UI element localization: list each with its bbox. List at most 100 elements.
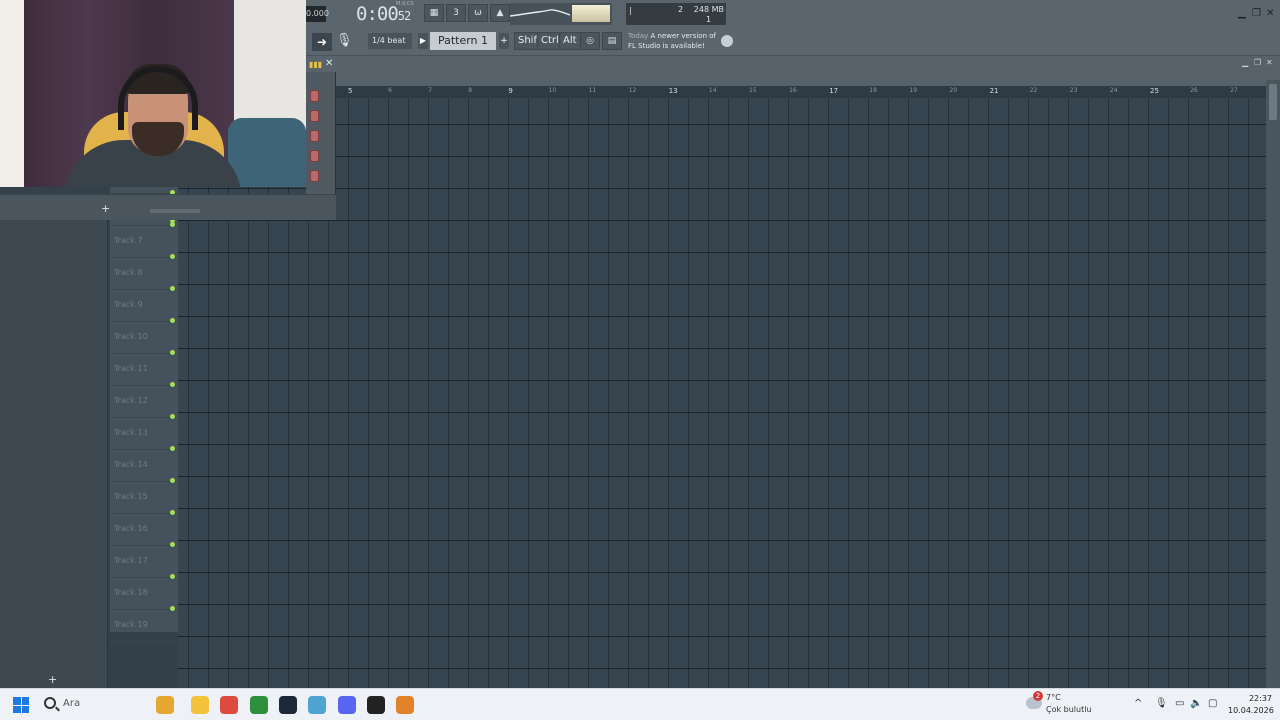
- channel-rack-scrollbar[interactable]: [150, 209, 200, 213]
- weather-temperature[interactable]: 7°C: [1046, 693, 1061, 702]
- restore-icon[interactable]: ❐: [1252, 8, 1261, 19]
- output-monitor: [509, 3, 612, 25]
- track-header[interactable]: Track 18: [110, 578, 178, 611]
- microphone-tray-icon[interactable]: 🎙: [1155, 698, 1168, 709]
- ruler-bar-label: 9: [508, 87, 513, 95]
- time-counter[interactable]: 0:0052: [356, 3, 411, 25]
- channel-select-button[interactable]: [310, 150, 319, 162]
- chrome-icon[interactable]: [220, 696, 238, 714]
- notification-tray-icon[interactable]: ▢: [1208, 698, 1217, 709]
- track-header[interactable]: Track 9: [110, 290, 178, 323]
- speaker-tray-icon[interactable]: 🔈: [1190, 698, 1202, 709]
- file-explorer-icon[interactable]: [191, 696, 209, 714]
- news-date: Today: [628, 32, 649, 40]
- system-clock[interactable]: 22:37 10.04.2026: [1228, 693, 1274, 717]
- add-icon[interactable]: +: [48, 673, 57, 686]
- cart-icon[interactable]: ▤: [602, 32, 622, 50]
- typing-keyboard-icon[interactable]: ▦: [424, 4, 444, 22]
- clock-time: 22:37: [1248, 694, 1272, 703]
- toolbar-row-transport: 0.000 M:S:CS 0:0052 ▦ 3 ω ▲ | 2 248 MB 1…: [300, 0, 1280, 28]
- ruler-bar-label: 11: [588, 87, 597, 94]
- ruler-bar-label: 23: [1069, 87, 1078, 94]
- track-label: Track 15: [114, 492, 148, 501]
- track-label: Track 11: [114, 364, 148, 373]
- cpu-gauge-icon[interactable]: ◎: [580, 32, 600, 50]
- channel-select-button[interactable]: [310, 90, 319, 102]
- ruler-bar-label: 14: [708, 87, 717, 94]
- ruler-bar-label: 19: [909, 87, 918, 94]
- track-label: Track 12: [114, 396, 148, 405]
- news-panel[interactable]: Today A newer version of FL Studio is av…: [628, 31, 724, 51]
- loop-record-icon[interactable]: ω: [468, 4, 488, 22]
- track-header[interactable]: Track 7: [110, 226, 178, 259]
- fl-studio-icon[interactable]: [396, 696, 414, 714]
- obs-icon[interactable]: [367, 696, 385, 714]
- timeline-ruler[interactable]: 5 6 7 8 9 10 11 12 13 14 15 16 17 18 19 20 21 22 23 24 25 26 2…: [334, 86, 1266, 98]
- track-header[interactable]: Track 12: [110, 386, 178, 419]
- track-label: Track 8: [114, 268, 143, 277]
- ruler-bar-label: 16: [789, 87, 797, 94]
- track-header[interactable]: Track 19: [110, 610, 178, 642]
- pattern-add-icon[interactable]: +: [499, 33, 509, 49]
- xbox-icon[interactable]: [250, 696, 268, 714]
- track-header[interactable]: Track 15: [110, 482, 178, 515]
- channel-select-button[interactable]: [310, 110, 319, 122]
- channel-rack-icon: ▮▮▮: [309, 60, 323, 69]
- crown-app-icon[interactable]: [156, 696, 174, 714]
- metronome-icon[interactable]: ▲: [490, 4, 510, 22]
- ruler-bar-label: 17: [829, 87, 839, 95]
- scrollbar-thumb[interactable]: [1269, 84, 1277, 120]
- clock-date: 10.04.2026: [1228, 706, 1274, 715]
- discord-icon[interactable]: [338, 696, 356, 714]
- track-label: Track 17: [114, 556, 148, 565]
- channel-select-button[interactable]: [310, 170, 319, 182]
- news-line-1: A newer version of: [650, 32, 716, 40]
- track-header[interactable]: Track 13: [110, 418, 178, 451]
- arrangement-grid[interactable]: [178, 98, 1266, 688]
- memory-usage: 248 MB: [693, 5, 724, 14]
- pattern-prev-icon[interactable]: ▶: [418, 33, 428, 49]
- alt-modifier-button[interactable]: Alt: [559, 32, 581, 50]
- search-icon[interactable]: [44, 697, 56, 709]
- taskbar-search[interactable]: Ara: [63, 698, 80, 709]
- ruler-bar-label: 8: [468, 87, 473, 94]
- microphone-icon[interactable]: 🎙: [336, 33, 353, 51]
- playlist-restore-icon[interactable]: ❐: [1254, 58, 1261, 67]
- cpu-memory-panel: | 2 248 MB 1: [626, 3, 726, 25]
- weather-alert-badge: 2: [1033, 691, 1043, 701]
- track-header[interactable]: Track 8: [110, 258, 178, 291]
- network-app-icon[interactable]: [308, 696, 326, 714]
- arrow-right-icon[interactable]: ➜: [312, 33, 332, 51]
- track-header[interactable]: Track 17: [110, 546, 178, 579]
- windows-start-icon[interactable]: [13, 697, 29, 713]
- channel-select-button[interactable]: [310, 130, 319, 142]
- steam-icon[interactable]: [279, 696, 297, 714]
- playlist-close-icon[interactable]: ✕: [1266, 58, 1273, 67]
- toolbar-row-tools: ➜ 🎙 1/4 beat ▶ Pattern 1 + Shift Ctrl Al…: [300, 28, 1280, 56]
- track-header[interactable]: Track 16: [110, 514, 178, 547]
- display-tray-icon[interactable]: ▭: [1175, 698, 1184, 709]
- vertical-scrollbar[interactable]: [1266, 80, 1280, 688]
- channel-rack-title: ▮▮▮ ✕: [306, 56, 336, 72]
- step-edit-icon[interactable]: 3: [446, 4, 466, 22]
- globe-icon[interactable]: [721, 35, 733, 47]
- minimize-icon[interactable]: ▁: [1238, 8, 1246, 19]
- track-label: Track 14: [114, 460, 148, 469]
- snap-selector[interactable]: 1/4 beat: [368, 33, 412, 49]
- news-line-2: FL Studio is available!: [628, 42, 705, 50]
- tray-chevron-icon[interactable]: ^: [1134, 698, 1142, 709]
- channel-rack-close-icon[interactable]: ✕: [325, 58, 333, 69]
- ruler-bar-label: 15: [749, 87, 757, 94]
- ruler-bar-label: 7: [428, 87, 433, 94]
- playlist-minimize-icon[interactable]: ▁: [1242, 58, 1248, 67]
- tempo-display[interactable]: 0.000: [306, 6, 329, 22]
- pattern-selector[interactable]: Pattern 1: [430, 32, 496, 50]
- track-header[interactable]: Track 11: [110, 354, 178, 387]
- time-seconds: 52: [397, 9, 411, 23]
- track-header[interactable]: Track 10: [110, 322, 178, 355]
- close-icon[interactable]: ✕: [1266, 8, 1274, 19]
- weather-description[interactable]: Çok bulutlu: [1046, 705, 1092, 714]
- channel-rack: ▮▮▮ ✕: [306, 56, 336, 194]
- track-header[interactable]: Track 14: [110, 450, 178, 483]
- add-channel-icon[interactable]: +: [101, 202, 110, 215]
